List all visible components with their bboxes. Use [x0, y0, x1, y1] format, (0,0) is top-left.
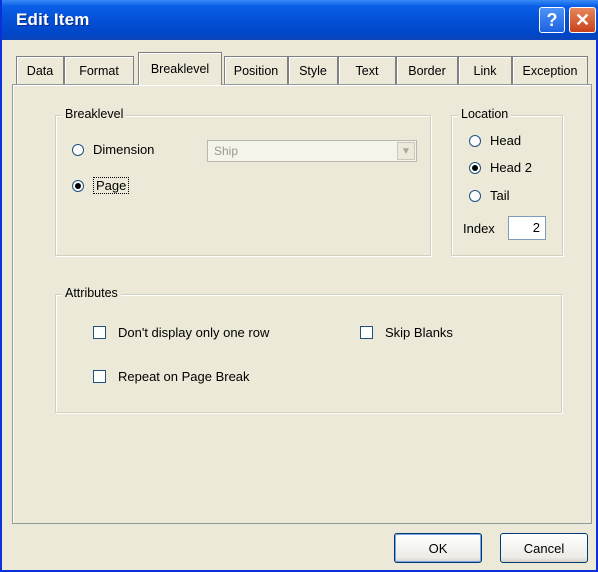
tab-text[interactable]: Text: [338, 56, 396, 84]
tab-position[interactable]: Position: [224, 56, 288, 84]
dont-display-checkbox[interactable]: Don't display only one row: [93, 325, 269, 340]
cancel-label: Cancel: [523, 540, 565, 556]
dimension-label: Dimension: [93, 142, 155, 157]
radio-indicator[interactable]: [72, 143, 84, 156]
page-label: Page: [93, 177, 130, 194]
dimension-radio[interactable]: Dimension: [72, 142, 154, 157]
tab-label: Format: [79, 63, 119, 78]
cancel-button[interactable]: Cancel: [500, 533, 588, 563]
tab-label: Exception: [522, 63, 578, 78]
tab-label: Link: [473, 63, 497, 78]
help-button[interactable]: ?: [539, 7, 565, 33]
radio-indicator[interactable]: [469, 189, 481, 202]
dimension-select[interactable]: Ship ▼: [207, 140, 417, 162]
tab-label: Border: [408, 63, 446, 78]
skip-blanks-checkbox[interactable]: Skip Blanks: [360, 325, 453, 340]
ok-label: OK: [428, 540, 448, 556]
tab-label: Style: [299, 63, 327, 78]
head-radio[interactable]: Head: [469, 133, 521, 148]
index-label: Index: [463, 221, 495, 236]
dimension-select-value: Ship: [214, 144, 239, 158]
dont-display-label: Don't display only one row: [118, 325, 270, 340]
chevron-down-icon[interactable]: ▼: [397, 142, 415, 160]
tab-format[interactable]: Format: [64, 56, 134, 84]
tail-label: Tail: [490, 188, 510, 203]
checkbox-box[interactable]: [93, 326, 106, 339]
tab-label: Position: [233, 63, 279, 78]
edit-item-dialog: Edit Item ? ✕ Data Format Breaklevel Pos…: [0, 0, 598, 572]
radio-indicator[interactable]: [72, 179, 84, 192]
tab-link[interactable]: Link: [458, 56, 512, 84]
tab-exception[interactable]: Exception: [512, 56, 588, 84]
checkbox-box[interactable]: [360, 326, 373, 339]
radio-indicator[interactable]: [469, 134, 481, 147]
head-label: Head: [490, 133, 522, 148]
tab-label: Text: [355, 63, 379, 78]
index-input[interactable]: 2: [508, 216, 546, 240]
checkbox-box[interactable]: [93, 370, 106, 383]
attributes-group: Attributes: [55, 286, 562, 413]
skip-blanks-label: Skip Blanks: [385, 325, 453, 340]
tab-data[interactable]: Data: [16, 56, 64, 84]
close-icon: ✕: [574, 9, 591, 30]
tab-border[interactable]: Border: [396, 56, 458, 84]
ok-button[interactable]: OK: [394, 533, 482, 563]
head-2-label: Head 2: [490, 160, 532, 175]
radio-indicator[interactable]: [469, 161, 481, 174]
title-bar[interactable]: Edit Item ? ✕: [2, 0, 598, 40]
repeat-on-page-break-checkbox[interactable]: Repeat on Page Break: [93, 369, 250, 384]
head-2-radio[interactable]: Head 2: [469, 160, 532, 175]
location-group-label: Location: [458, 107, 512, 121]
tab-breaklevel[interactable]: Breaklevel: [138, 52, 222, 85]
page-radio[interactable]: Page: [72, 177, 130, 194]
window-title: Edit Item: [16, 10, 90, 29]
close-button[interactable]: ✕: [569, 7, 596, 33]
tab-style[interactable]: Style: [288, 56, 338, 84]
tab-label: Breaklevel: [150, 62, 210, 76]
breaklevel-group-label: Breaklevel: [62, 107, 127, 121]
tail-radio[interactable]: Tail: [469, 188, 510, 203]
attributes-group-label: Attributes: [62, 286, 121, 300]
tab-label: Data: [26, 63, 54, 78]
repeat-label: Repeat on Page Break: [118, 369, 250, 384]
help-icon: ?: [546, 9, 558, 30]
